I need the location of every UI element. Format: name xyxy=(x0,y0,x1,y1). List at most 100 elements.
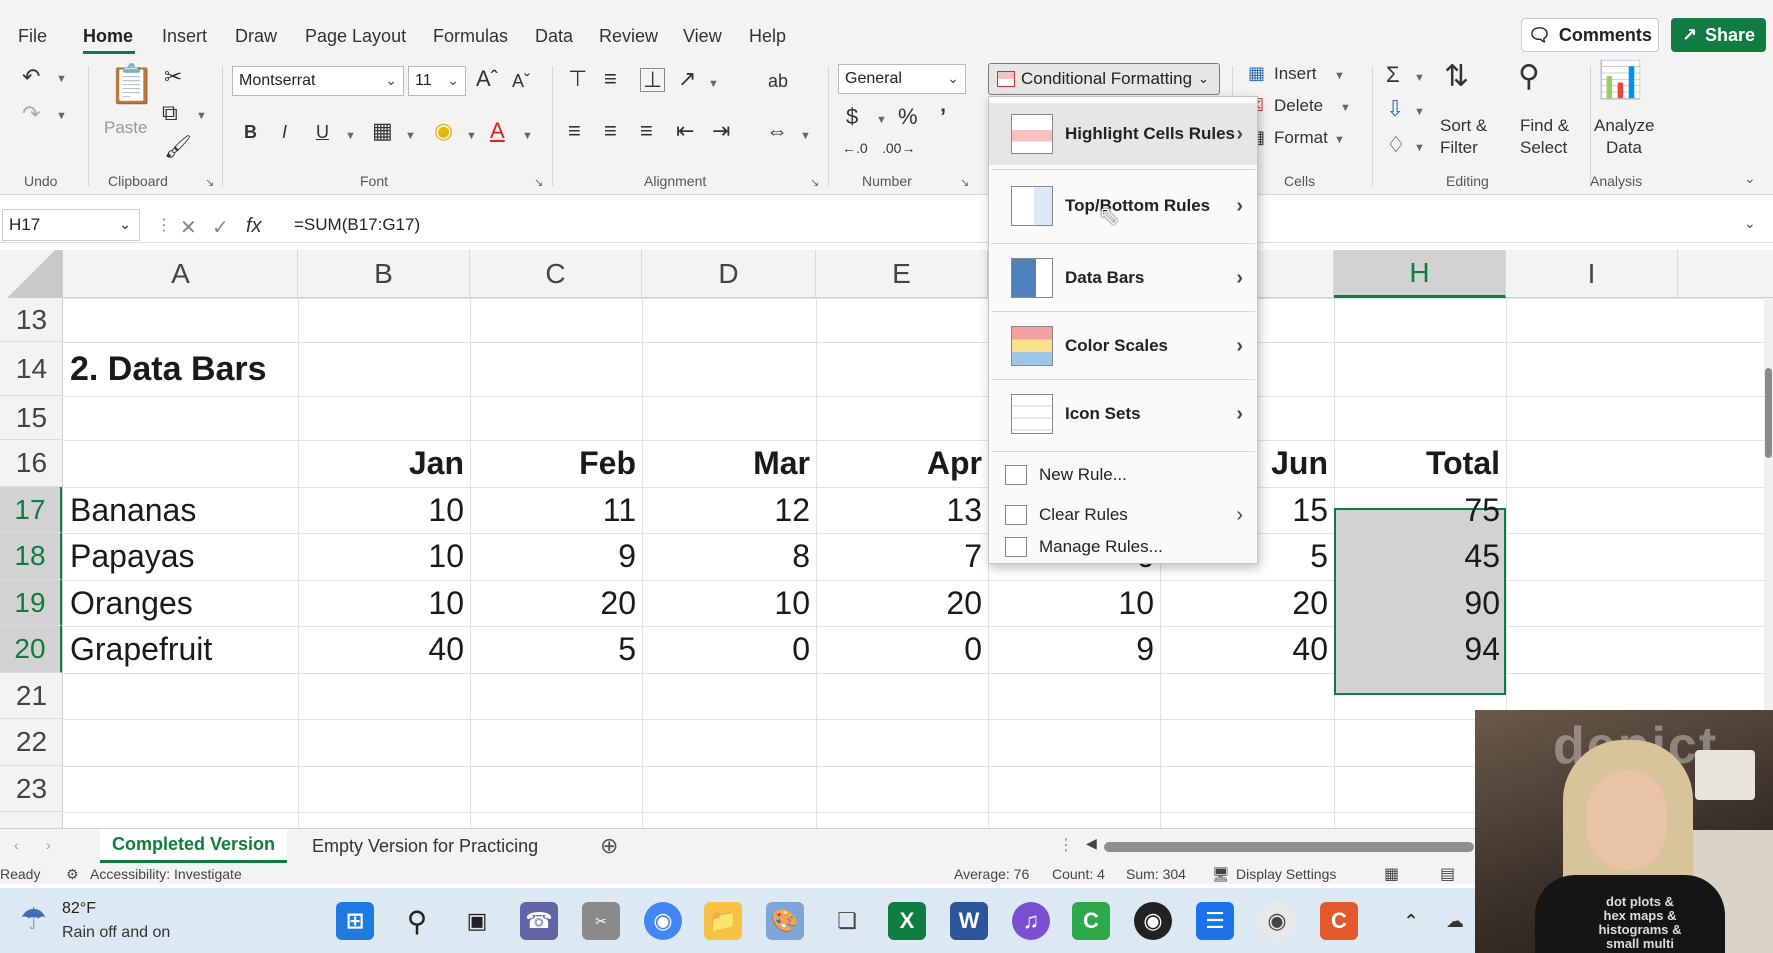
font-color-icon[interactable]: A xyxy=(490,120,505,142)
weather-icon[interactable]: ☂ xyxy=(20,902,47,937)
font-size-combo[interactable]: 11 ⌄ xyxy=(408,66,466,96)
expand-formula-icon[interactable]: ⌄ xyxy=(1744,215,1756,232)
copy-icon[interactable]: ⧉ xyxy=(162,102,178,124)
fill-color-dropdown-icon[interactable]: ▼ xyxy=(466,130,477,142)
orientation-icon[interactable]: ↗ xyxy=(678,68,696,90)
recorder-icon[interactable]: C xyxy=(1320,902,1358,940)
tab-view[interactable]: View xyxy=(683,26,722,47)
orientation-dropdown-icon[interactable]: ▼ xyxy=(708,78,719,90)
menu-item-manage-rules[interactable]: Manage Rules... xyxy=(989,529,1257,565)
autosum-dropdown-icon[interactable]: ▼ xyxy=(1414,72,1425,84)
tab-draw[interactable]: Draw xyxy=(235,26,277,47)
cell-c17[interactable]: 11 xyxy=(470,487,642,533)
autosum-icon[interactable]: Σ xyxy=(1386,64,1400,86)
chrome-icon[interactable]: ◉ xyxy=(644,902,682,940)
decrease-decimal-icon[interactable]: .00→ xyxy=(882,140,915,156)
row-header-21[interactable]: 21 xyxy=(0,673,62,719)
row-header-18[interactable]: 18 xyxy=(0,533,62,580)
font-launcher-icon[interactable]: ↘ xyxy=(534,176,543,189)
menu-item-data-bars[interactable]: Data Bars › xyxy=(989,247,1257,309)
column-header-b[interactable]: B xyxy=(298,250,470,298)
cell-h18-total[interactable]: 45 xyxy=(1334,533,1506,580)
accessibility-icon[interactable]: ⚙ xyxy=(66,866,79,883)
row-header-20[interactable]: 20 xyxy=(0,626,62,673)
tab-home[interactable]: Home xyxy=(83,26,133,47)
teams-icon[interactable]: ☎ xyxy=(520,902,558,940)
menu-item-clear-rules[interactable]: Clear Rules › xyxy=(989,497,1257,533)
cell-a19-label[interactable]: Oranges xyxy=(64,580,298,626)
row-header-19[interactable]: 19 xyxy=(0,580,62,626)
cancel-icon[interactable]: ✕ xyxy=(180,215,197,240)
display-settings-icon[interactable]: 🖥 xyxy=(1212,866,1230,883)
comma-style-icon[interactable]: ’ xyxy=(940,106,946,128)
cell-a14-title[interactable]: 2. Data Bars xyxy=(64,342,464,396)
cell-e20[interactable]: 0 xyxy=(816,626,988,673)
tab-help[interactable]: Help xyxy=(749,26,786,47)
fill-icon[interactable]: ⇩ xyxy=(1386,98,1404,120)
add-sheet-icon[interactable]: ⊕ xyxy=(600,833,618,859)
menu-item-icon-sets[interactable]: Icon Sets › xyxy=(989,383,1257,445)
clear-icon[interactable]: ♢ xyxy=(1386,134,1406,156)
align-center-icon[interactable]: ≡ xyxy=(604,120,617,142)
currency-icon[interactable]: $ xyxy=(846,106,858,128)
clear-dropdown-icon[interactable]: ▼ xyxy=(1414,142,1425,154)
scrollbar-thumb[interactable] xyxy=(1765,368,1772,458)
row-header-22[interactable]: 22 xyxy=(0,719,62,766)
weather-description[interactable]: Rain off and on xyxy=(62,924,170,942)
tab-page-layout[interactable]: Page Layout xyxy=(305,26,406,47)
align-top-icon[interactable]: ⊤ xyxy=(568,68,587,90)
fill-color-icon[interactable]: ◉ xyxy=(434,120,453,142)
borders-icon[interactable]: ▦ xyxy=(372,120,393,142)
menu-item-color-scales[interactable]: Color Scales › xyxy=(989,315,1257,377)
cell-f20[interactable]: 9 xyxy=(988,626,1160,673)
column-header-h[interactable]: H xyxy=(1334,250,1506,298)
underline-icon[interactable]: U xyxy=(316,123,329,141)
cell-f19[interactable]: 10 xyxy=(988,580,1160,626)
cell-a18-label[interactable]: Papayas xyxy=(64,533,298,580)
cell-d20[interactable]: 0 xyxy=(642,626,816,673)
insert-function-icon[interactable]: fx xyxy=(246,215,262,238)
column-header-c[interactable]: C xyxy=(470,250,642,298)
column-header-a[interactable]: A xyxy=(64,250,298,298)
cell-e16-header[interactable]: Apr xyxy=(816,440,988,487)
merge-center-icon[interactable]: ⇔ xyxy=(766,120,788,142)
borders-dropdown-icon[interactable]: ▼ xyxy=(405,130,416,142)
format-painter-icon[interactable]: 🖌 xyxy=(164,136,192,158)
search-icon[interactable]: ⚲ xyxy=(398,902,436,940)
cell-d18[interactable]: 8 xyxy=(642,533,816,580)
conditional-formatting-button[interactable]: Conditional Formatting ⌄ xyxy=(988,63,1220,95)
find-select-icon[interactable]: ⚲ xyxy=(1518,62,1540,92)
cell-c20[interactable]: 5 xyxy=(470,626,642,673)
tab-review[interactable]: Review xyxy=(599,26,658,47)
format-cells-label[interactable]: Format xyxy=(1274,128,1328,148)
browser-icon[interactable]: ◉ xyxy=(1258,902,1296,940)
insert-cells-label[interactable]: Insert xyxy=(1274,64,1317,84)
scroll-left-icon[interactable]: ◀ xyxy=(1086,835,1097,852)
cell-d17[interactable]: 12 xyxy=(642,487,816,533)
tab-insert[interactable]: Insert xyxy=(162,26,207,47)
bold-icon[interactable]: B xyxy=(244,123,257,141)
weather-temperature[interactable]: 82°F xyxy=(62,900,96,918)
row-header-16[interactable]: 16 xyxy=(0,440,62,487)
next-sheet-icon[interactable]: › xyxy=(46,837,51,853)
system-tray-chevron-icon[interactable]: ⌃ xyxy=(1392,902,1430,940)
accessibility-status[interactable]: Accessibility: Investigate xyxy=(90,866,242,882)
paint-icon[interactable]: 🎨 xyxy=(766,902,804,940)
horizontal-scrollbar[interactable] xyxy=(1104,842,1474,852)
row-header-23[interactable]: 23 xyxy=(0,766,62,812)
paste-label[interactable]: Paste xyxy=(104,118,147,138)
paste-icon[interactable]: 📋 xyxy=(108,66,155,104)
excel-icon[interactable]: X xyxy=(888,902,926,940)
currency-dropdown-icon[interactable]: ▼ xyxy=(876,114,887,126)
file-explorer-icon[interactable]: 📁 xyxy=(704,902,742,940)
underline-dropdown-icon[interactable]: ▼ xyxy=(345,130,356,142)
display-settings-label[interactable]: Display Settings xyxy=(1236,866,1336,882)
splitter-icon[interactable]: ⋮ xyxy=(1058,835,1074,855)
cell-d19[interactable]: 10 xyxy=(642,580,816,626)
format-dropdown-icon[interactable]: ▼ xyxy=(1334,134,1345,146)
cell-e19[interactable]: 20 xyxy=(816,580,988,626)
name-box[interactable]: H17 ⌄ xyxy=(2,209,140,241)
align-left-icon[interactable]: ≡ xyxy=(568,120,581,142)
cell-b18[interactable]: 10 xyxy=(298,533,470,580)
windows-start-icon[interactable]: ⊞ xyxy=(336,902,374,940)
